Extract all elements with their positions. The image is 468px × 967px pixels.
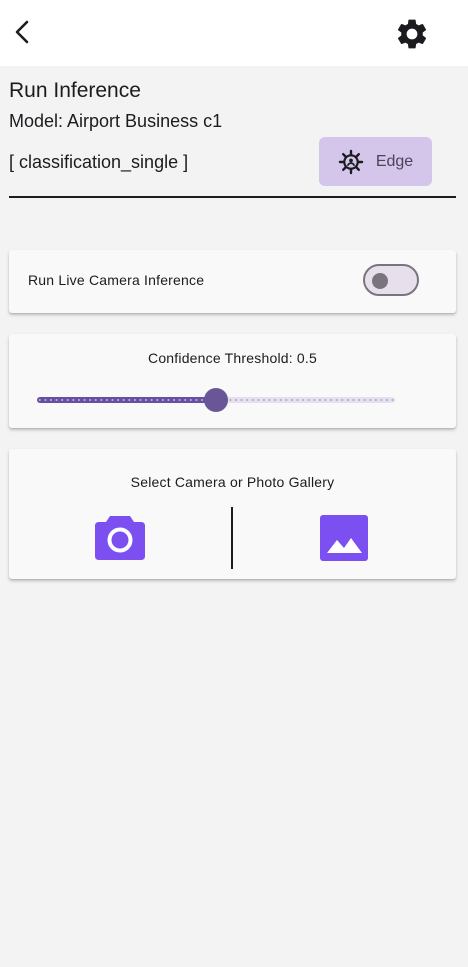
toggle-thumb bbox=[372, 273, 388, 289]
slider-track-inactive bbox=[222, 397, 395, 403]
camera-icon bbox=[95, 516, 145, 560]
live-inference-card: Run Live Camera Inference bbox=[9, 250, 456, 313]
photo-gallery-icon bbox=[320, 515, 368, 561]
threshold-card: Confidence Threshold: 0.5 bbox=[9, 334, 456, 428]
arrow-back-icon bbox=[15, 20, 29, 44]
image-source-card: Select Camera or Photo Gallery bbox=[9, 449, 456, 579]
app-bar bbox=[0, 0, 468, 66]
image-source-label: Select Camera or Photo Gallery bbox=[130, 474, 335, 490]
edge-chip[interactable]: Edge bbox=[319, 137, 432, 186]
page-title: Run Inference bbox=[9, 79, 141, 102]
slider-track-active bbox=[37, 397, 216, 403]
slider-thumb[interactable] bbox=[204, 388, 228, 412]
source-divider bbox=[231, 507, 233, 569]
model-name: Model: Airport Business c1 bbox=[9, 111, 223, 131]
back-button[interactable] bbox=[4, 14, 40, 50]
live-inference-toggle[interactable] bbox=[363, 264, 419, 296]
threshold-slider[interactable] bbox=[37, 388, 395, 412]
settings-button[interactable] bbox=[390, 12, 434, 56]
edge-device-icon bbox=[338, 149, 364, 174]
threshold-label: Confidence Threshold: 0.5 bbox=[148, 350, 317, 366]
live-inference-label: Run Live Camera Inference bbox=[28, 272, 205, 288]
edge-chip-label: Edge bbox=[375, 152, 414, 170]
task-type-label: [ classification_single ] bbox=[9, 152, 189, 172]
gear-icon bbox=[398, 19, 427, 49]
header-divider bbox=[9, 196, 456, 198]
photo-gallery-button[interactable] bbox=[313, 509, 375, 567]
camera-button[interactable] bbox=[89, 509, 151, 565]
